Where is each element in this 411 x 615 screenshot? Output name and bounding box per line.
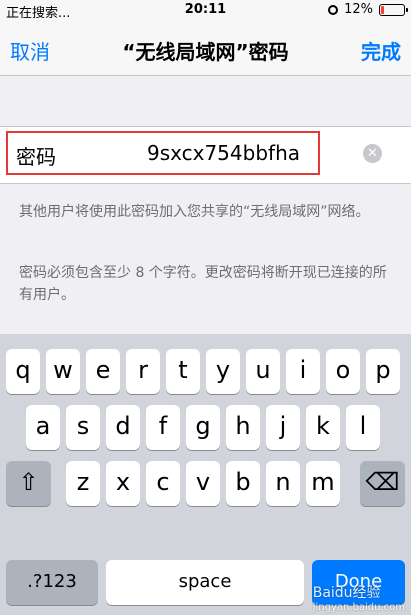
share-note: 其他用户将使用此密码加入您共享的“无线局域网”网络。 xyxy=(19,204,370,220)
navigation-bar: 取消 “无线局域网”密码 完成 xyxy=(0,20,411,76)
key-x[interactable]: x xyxy=(106,461,140,506)
key-g[interactable]: g xyxy=(186,405,220,450)
key-b[interactable]: b xyxy=(226,461,260,506)
shift-key[interactable]: ⇧ xyxy=(6,461,51,506)
battery-percent: 12% xyxy=(344,2,373,17)
keyboard: q w e r t y u i o p a s d f g h j k l ⇧ … xyxy=(0,334,411,615)
key-r[interactable]: r xyxy=(126,349,160,394)
key-a[interactable]: a xyxy=(26,405,60,450)
page-title: “无线局域网”密码 xyxy=(122,40,289,64)
key-i[interactable]: i xyxy=(286,349,320,394)
numbers-key[interactable]: .?123 xyxy=(6,560,98,605)
password-section: 密码 9sxcx754bbfha ✕ xyxy=(0,126,411,184)
password-input[interactable]: 9sxcx754bbfha xyxy=(147,141,300,165)
clear-icon[interactable]: ✕ xyxy=(363,144,382,163)
delete-key[interactable]: ⌫ xyxy=(360,461,405,506)
battery-icon xyxy=(379,3,408,16)
password-label: 密码 xyxy=(16,145,56,169)
requirement-note: 密码必须包含至少 8 个字符。更改密码将断开现已连接的所有用户。 xyxy=(19,265,387,303)
watermark-url: jingyan.baidu.com xyxy=(312,602,405,613)
key-j[interactable]: j xyxy=(266,405,300,450)
key-s[interactable]: s xyxy=(66,405,100,450)
space-key[interactable]: space xyxy=(106,560,304,605)
key-z[interactable]: z xyxy=(66,461,100,506)
key-c[interactable]: c xyxy=(146,461,180,506)
key-d[interactable]: d xyxy=(106,405,140,450)
watermark: Baidu经验 jingyan.baidu.com xyxy=(313,582,405,613)
key-y[interactable]: y xyxy=(206,349,240,394)
watermark-brand: Baidu经验 xyxy=(312,585,381,601)
key-o[interactable]: o xyxy=(326,349,360,394)
key-p[interactable]: p xyxy=(366,349,400,394)
key-u[interactable]: u xyxy=(246,349,280,394)
key-h[interactable]: h xyxy=(226,405,260,450)
status-bar: 正在搜索... 20:11 12% xyxy=(0,0,411,21)
key-v[interactable]: v xyxy=(186,461,220,506)
key-f[interactable]: f xyxy=(146,405,180,450)
key-t[interactable]: t xyxy=(166,349,200,394)
key-k[interactable]: k xyxy=(306,405,340,450)
key-w[interactable]: w xyxy=(46,349,80,394)
key-q[interactable]: q xyxy=(6,349,40,394)
key-e[interactable]: e xyxy=(86,349,120,394)
done-button[interactable]: 完成 xyxy=(361,36,401,65)
status-right: 12% xyxy=(328,2,408,17)
alarm-icon xyxy=(328,4,339,15)
key-m[interactable]: m xyxy=(306,461,340,506)
key-l[interactable]: l xyxy=(346,405,380,450)
key-n[interactable]: n xyxy=(266,461,300,506)
